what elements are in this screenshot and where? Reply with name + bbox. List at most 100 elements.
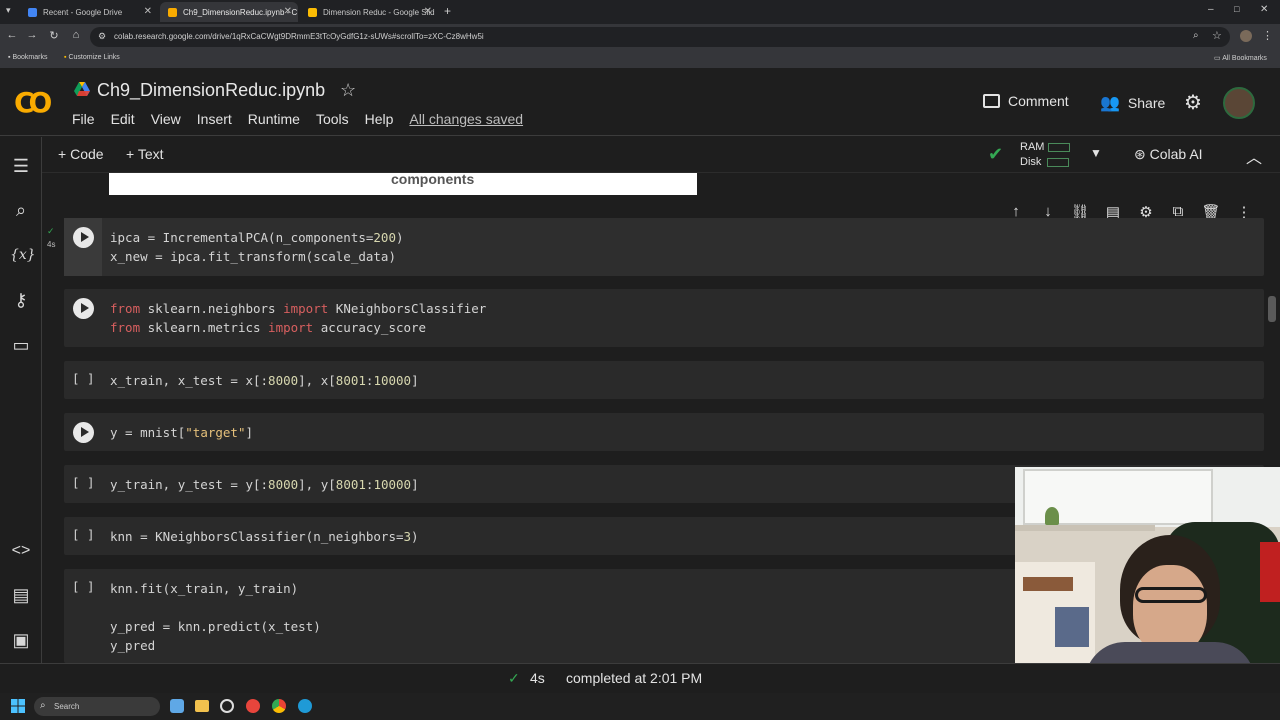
- tab-search-icon[interactable]: ▾: [6, 5, 11, 16]
- menu-edit[interactable]: Edit: [111, 111, 135, 127]
- colab-logo[interactable]: CO: [14, 86, 52, 119]
- plant: [1045, 507, 1059, 525]
- cell-exec-time: 4s: [47, 240, 56, 249]
- bookmarks-folder[interactable]: ▪ Bookmarks: [8, 54, 47, 61]
- colab-ai-button[interactable]: ⊛ Colab AI: [1134, 146, 1203, 163]
- disk-label: Disk: [1020, 156, 1042, 168]
- add-text-cell-button[interactable]: + Text: [126, 146, 164, 162]
- taskbar-search[interactable]: ⌕ Search: [34, 697, 160, 716]
- windows-taskbar: ⌕ Search: [0, 693, 1280, 720]
- cell-success-check-icon: ✓: [47, 226, 55, 236]
- reload-icon[interactable]: ↻: [46, 29, 62, 42]
- bookmarks-bar: ▪ Bookmarks ▪ Customize Links ▭ All Book…: [0, 50, 1280, 68]
- scrollbar-thumb[interactable]: [1268, 296, 1276, 322]
- run-cell-button[interactable]: [73, 422, 94, 443]
- ram-label: RAM: [1020, 141, 1045, 153]
- file-explorer-icon[interactable]: [195, 700, 209, 712]
- windows-start-icon[interactable]: [11, 699, 25, 713]
- shelf: [1015, 525, 1155, 531]
- menu-insert[interactable]: Insert: [197, 111, 232, 127]
- cell-exec-bracket[interactable]: [ ]: [72, 475, 95, 490]
- google-drive-icon: [28, 7, 37, 17]
- menu-view[interactable]: View: [151, 111, 181, 127]
- customize-links-bookmark[interactable]: ▪ Customize Links: [64, 54, 120, 61]
- close-tab-icon[interactable]: ✕: [144, 6, 152, 17]
- url-text: colab.research.google.com/drive/1qRxCaCW…: [114, 32, 484, 41]
- command-palette-icon[interactable]: ▤: [10, 584, 32, 606]
- resource-monitor[interactable]: RAM Disk: [1020, 140, 1070, 170]
- colab-header: CO Ch9_DimensionReduc.ipynb ☆ File Edit …: [0, 68, 1280, 136]
- menu-file[interactable]: File: [72, 111, 95, 127]
- cell-code[interactable]: knn.fit(x_train, y_train) y_pred = knn.p…: [110, 579, 321, 655]
- star-icon[interactable]: ☆: [340, 80, 356, 101]
- cell-exec-bracket[interactable]: [ ]: [72, 371, 95, 386]
- profile-avatar[interactable]: [1240, 30, 1252, 42]
- app-icon[interactable]: [246, 699, 260, 713]
- share-button[interactable]: 👥 Share: [1100, 93, 1165, 113]
- chrome-icon[interactable]: [272, 699, 286, 713]
- disk-graph: [1047, 157, 1070, 167]
- cell-exec-bracket[interactable]: [ ]: [72, 579, 95, 594]
- menu-tools[interactable]: Tools: [316, 111, 349, 127]
- google-drive-icon[interactable]: [74, 82, 90, 96]
- new-tab-button[interactable]: +: [444, 4, 451, 18]
- browser-address-bar: ← → ↻ ⌂ ⚙ colab.research.google.com/driv…: [0, 24, 1280, 50]
- save-status[interactable]: All changes saved: [409, 111, 523, 127]
- files-folder-icon[interactable]: ▭: [10, 334, 32, 356]
- cell-code[interactable]: y = mnist["target"]: [110, 423, 253, 442]
- back-icon[interactable]: ←: [4, 29, 20, 41]
- add-code-cell-button[interactable]: + Code: [58, 146, 104, 162]
- run-cell-button[interactable]: [73, 298, 94, 319]
- tab-google-slides[interactable]: Dimension Reduc - Google Slid ✕: [300, 2, 438, 22]
- cell-code[interactable]: y_train, y_test = y[:8000], y[8001:10000…: [110, 475, 419, 494]
- tab-label: Ch9_DimensionReduc.ipynb - C: [183, 7, 298, 17]
- terminal-icon[interactable]: ▣: [10, 629, 32, 651]
- colab-icon: [168, 7, 177, 17]
- ram-graph: [1047, 142, 1070, 152]
- url-field[interactable]: ⚙ colab.research.google.com/drive/1qRxCa…: [90, 27, 1230, 47]
- site-info-icon[interactable]: ⚙: [98, 31, 106, 42]
- obs-icon[interactable]: [220, 699, 234, 713]
- collapse-chevron-up-icon[interactable]: ︿: [1246, 144, 1262, 168]
- menu-help[interactable]: Help: [365, 111, 394, 127]
- bookmark-star-icon[interactable]: ☆: [1212, 29, 1222, 42]
- tab-google-drive[interactable]: Recent - Google Drive ✕: [20, 2, 158, 22]
- close-tab-icon[interactable]: ✕: [424, 6, 432, 17]
- search-icon[interactable]: ⌕: [10, 199, 32, 221]
- cell-code[interactable]: from sklearn.neighbors import KNeighbors…: [110, 299, 486, 337]
- copilot-icon[interactable]: [170, 699, 184, 713]
- close-window-icon[interactable]: ✕: [1260, 4, 1268, 15]
- variables-icon[interactable]: {x}: [10, 244, 36, 266]
- run-cell-button[interactable]: [73, 227, 94, 248]
- minimize-icon[interactable]: –: [1208, 4, 1214, 15]
- browser-tab-strip: Recent - Google Drive ✕ Ch9_DimensionRed…: [0, 0, 1280, 24]
- code-snippets-icon[interactable]: <>: [10, 540, 32, 562]
- cell-exec-bracket[interactable]: [ ]: [72, 527, 95, 542]
- notebook-title[interactable]: Ch9_DimensionReduc.ipynb: [97, 80, 325, 101]
- table-of-contents-icon[interactable]: ☰: [10, 155, 32, 177]
- browser-menu-icon[interactable]: ⋮: [1262, 29, 1273, 42]
- tab-colab-notebook[interactable]: Ch9_DimensionReduc.ipynb - C ✕: [160, 2, 298, 22]
- maximize-icon[interactable]: □: [1234, 4, 1239, 14]
- settings-gear-icon[interactable]: ⚙: [1184, 90, 1202, 115]
- zoom-icon[interactable]: ⌕: [1193, 30, 1199, 41]
- close-tab-icon[interactable]: ✕: [284, 6, 292, 17]
- search-icon: ⌕: [40, 700, 46, 711]
- home-icon[interactable]: ⌂: [68, 29, 84, 41]
- all-bookmarks-folder[interactable]: ▭ All Bookmarks: [1214, 54, 1267, 62]
- menu-runtime[interactable]: Runtime: [248, 111, 300, 127]
- secrets-key-icon[interactable]: ⚷: [10, 289, 32, 311]
- edge-icon[interactable]: [298, 699, 312, 713]
- add-code-label: Code: [70, 146, 104, 162]
- tab-label: Dimension Reduc - Google Slid: [323, 7, 435, 17]
- comment-button[interactable]: Comment: [983, 93, 1069, 109]
- user-avatar[interactable]: [1223, 87, 1255, 119]
- cell-code[interactable]: ipca = IncrementalPCA(n_components=200) …: [110, 228, 404, 266]
- menu-bar: File Edit View Insert Runtime Tools Help…: [72, 111, 523, 127]
- status-message[interactable]: completed at 2:01 PM: [566, 670, 702, 686]
- cell-code[interactable]: x_train, x_test = x[:8000], x[8001:10000…: [110, 371, 419, 390]
- forward-icon[interactable]: →: [24, 29, 40, 41]
- cell-code[interactable]: knn = KNeighborsClassifier(n_neighbors=3…: [110, 527, 419, 546]
- runtime-dropdown-icon[interactable]: ▼: [1090, 146, 1102, 160]
- books: [1023, 577, 1073, 591]
